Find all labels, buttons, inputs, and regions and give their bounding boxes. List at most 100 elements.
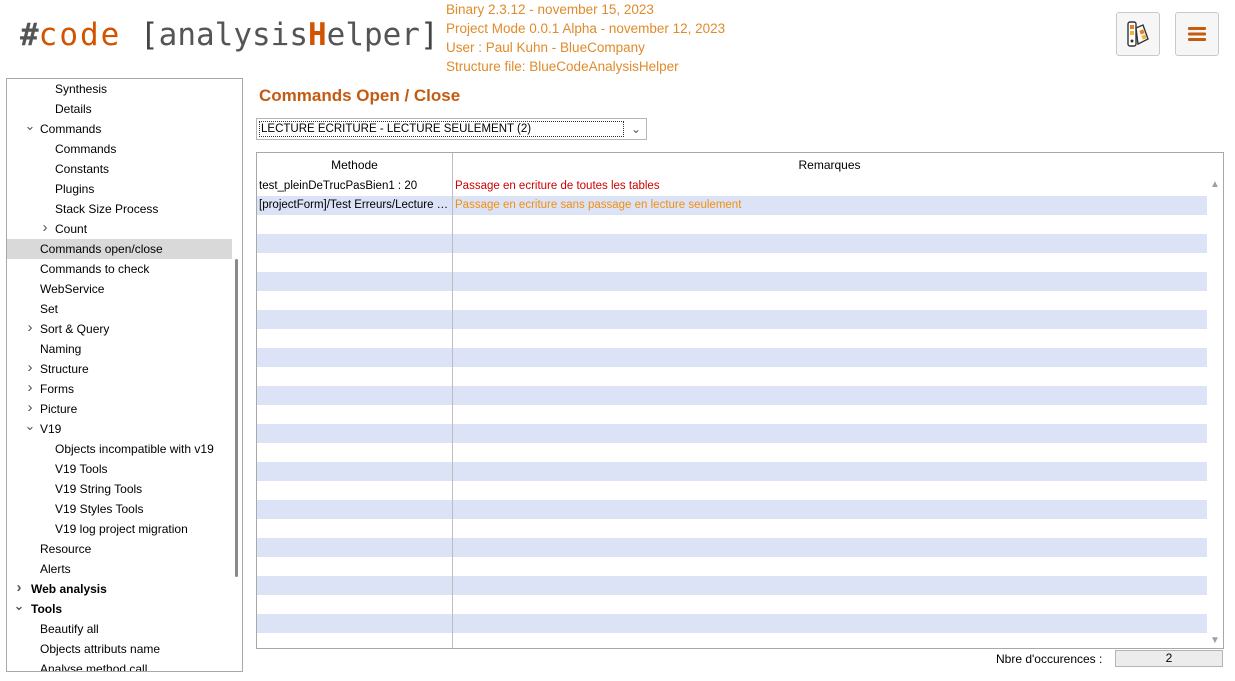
table-row[interactable] <box>257 405 1207 424</box>
chevron-down-icon[interactable]: ⌄ <box>631 122 641 136</box>
tools-button[interactable] <box>1116 12 1160 56</box>
sidebar-item[interactable]: › Forms <box>7 379 232 399</box>
table-row[interactable] <box>257 538 1207 557</box>
sidebar-item-label: Set <box>40 302 59 316</box>
scroll-down-icon[interactable]: ▼ <box>1210 635 1220 646</box>
sidebar-item[interactable]: Stack Size Process <box>7 199 232 219</box>
table-row[interactable] <box>257 500 1207 519</box>
table-row[interactable] <box>257 614 1207 633</box>
chevron-right-icon[interactable]: › <box>13 578 25 598</box>
table-row[interactable] <box>257 253 1207 272</box>
chevron-right-icon[interactable]: › <box>24 358 36 378</box>
occurrences-value: 2 <box>1115 650 1223 667</box>
sidebar-item[interactable]: Constants <box>7 159 232 179</box>
binary-version: Binary 2.3.12 - november 15, 2023 <box>446 2 654 17</box>
sidebar-scrollbar[interactable] <box>235 259 238 577</box>
table-row[interactable] <box>257 386 1207 405</box>
table-row[interactable] <box>257 234 1207 253</box>
table-row[interactable] <box>257 557 1207 576</box>
tree-list: Synthesis Details ⌄ Commands Commands Constan… <box>7 79 232 672</box>
sidebar-item[interactable]: V19 Tools <box>7 459 232 479</box>
column-header-remarques[interactable]: Remarques <box>452 153 1207 177</box>
sidebar-item[interactable]: Plugins <box>7 179 232 199</box>
sidebar-item[interactable]: › Picture <box>7 399 232 419</box>
chevron-right-icon[interactable]: › <box>39 218 51 238</box>
logo-analysis: analysis <box>158 17 308 53</box>
table-row[interactable]: [projectForm]/Test Erreurs/Lecture Ecrit… <box>257 196 1207 215</box>
sidebar-item[interactable]: Commands open/close <box>7 239 232 259</box>
chevron-down-icon[interactable]: ⌄ <box>24 416 36 436</box>
chevron-right-icon[interactable]: › <box>24 318 36 338</box>
sidebar-item[interactable]: Details <box>7 99 232 119</box>
sidebar-item[interactable]: ⌄ V19 <box>7 416 232 439</box>
table-row[interactable] <box>257 348 1207 367</box>
logo-elper: elper <box>326 17 420 53</box>
sidebar-item[interactable]: Objects incompatible with v19 <box>7 439 232 459</box>
sidebar-item[interactable]: ⌄ Commands <box>7 116 232 139</box>
sidebar-item[interactable]: Beautify all <box>7 619 232 639</box>
sidebar-item-label: Stack Size Process <box>55 202 159 216</box>
table-row[interactable] <box>257 310 1207 329</box>
sidebar-item-label: Alerts <box>40 562 71 576</box>
sidebar-item[interactable]: V19 String Tools <box>7 479 232 499</box>
table-row[interactable] <box>257 519 1207 538</box>
table-row[interactable] <box>257 576 1207 595</box>
sidebar-item[interactable]: V19 Styles Tools <box>7 499 232 519</box>
sidebar-item[interactable]: Commands to check <box>7 259 232 279</box>
logo-bracket-open: [ <box>140 17 159 53</box>
sidebar-item[interactable]: › Sort & Query <box>7 319 232 339</box>
table-row[interactable] <box>257 424 1207 443</box>
table-row[interactable] <box>257 272 1207 291</box>
sidebar-item-label: V19 <box>40 422 62 436</box>
sidebar-item[interactable]: Commands <box>7 139 232 159</box>
sidebar-item[interactable]: Set <box>7 299 232 319</box>
chevron-right-icon[interactable]: › <box>24 378 36 398</box>
scroll-up-icon[interactable]: ▲ <box>1210 179 1220 190</box>
table-row[interactable] <box>257 481 1207 500</box>
sidebar-item[interactable]: V19 log project migration <box>7 519 232 539</box>
sidebar-item[interactable]: Alerts <box>7 559 232 579</box>
navigation-tree: Synthesis Details ⌄ Commands Commands Constan… <box>6 78 243 672</box>
sidebar-item[interactable]: WebService <box>7 279 232 299</box>
sidebar-item[interactable]: › Structure <box>7 359 232 379</box>
column-header-methode[interactable]: Methode <box>257 153 452 177</box>
table-row[interactable]: test_pleinDeTrucPasBien1 : 20 Passage en … <box>257 177 1207 196</box>
sidebar-item-label: Sort & Query <box>40 322 110 336</box>
chevron-down-icon[interactable]: ⌄ <box>24 116 36 136</box>
logo-bracket-close: ] <box>419 17 439 53</box>
table-row[interactable] <box>257 462 1207 481</box>
app-logo: #code [analysisHelper] <box>20 12 439 58</box>
sidebar-item-label: Web analysis <box>31 582 107 596</box>
table-header: Methode Remarques <box>257 153 1207 177</box>
chevron-down-icon[interactable]: ⌄ <box>13 596 25 616</box>
sidebar-item[interactable]: › Web analysis <box>7 579 232 599</box>
filter-dropdown[interactable]: LECTURE ECRITURE - LECTURE SEULEMENT (2)… <box>256 118 647 140</box>
methode-cell: [projectForm]/Test Erreurs/Lecture Ecrit… <box>259 199 449 211</box>
chevron-right-icon[interactable]: › <box>24 398 36 418</box>
table-row[interactable] <box>257 215 1207 234</box>
sidebar-item[interactable]: › Count <box>7 219 232 239</box>
table-row[interactable] <box>257 595 1207 614</box>
table-row[interactable] <box>257 329 1207 348</box>
sidebar-item[interactable]: Analyse method call <box>7 659 232 672</box>
methode-cell: test_pleinDeTrucPasBien1 : 20 <box>259 180 418 192</box>
table-row[interactable] <box>257 367 1207 386</box>
table-row[interactable] <box>257 443 1207 462</box>
sidebar-item-label: Constants <box>55 162 110 176</box>
sidebar-item-label: Picture <box>40 402 78 416</box>
menu-button[interactable] <box>1175 12 1219 56</box>
sidebar-item-label: Analyse method call <box>40 662 148 672</box>
sidebar-item[interactable]: Synthesis <box>7 79 232 99</box>
sidebar-item[interactable]: Objects attributs name <box>7 639 232 659</box>
sidebar-item[interactable]: Naming <box>7 339 232 359</box>
sidebar-item-label: Details <box>55 102 92 116</box>
logo-code: code <box>38 17 122 53</box>
project-mode: Project Mode 0.0.1 Alpha - november 12, … <box>446 21 726 36</box>
sidebar-item[interactable]: Resource <box>7 539 232 559</box>
table-scrollbar[interactable]: ▲ ▼ <box>1207 177 1223 648</box>
table-row[interactable] <box>257 291 1207 310</box>
logo-hash: # <box>20 17 39 53</box>
sidebar-item-label: Plugins <box>55 182 95 196</box>
sidebar-item-label: Commands <box>55 142 117 156</box>
sidebar-item[interactable]: ⌄ Tools <box>7 596 232 619</box>
